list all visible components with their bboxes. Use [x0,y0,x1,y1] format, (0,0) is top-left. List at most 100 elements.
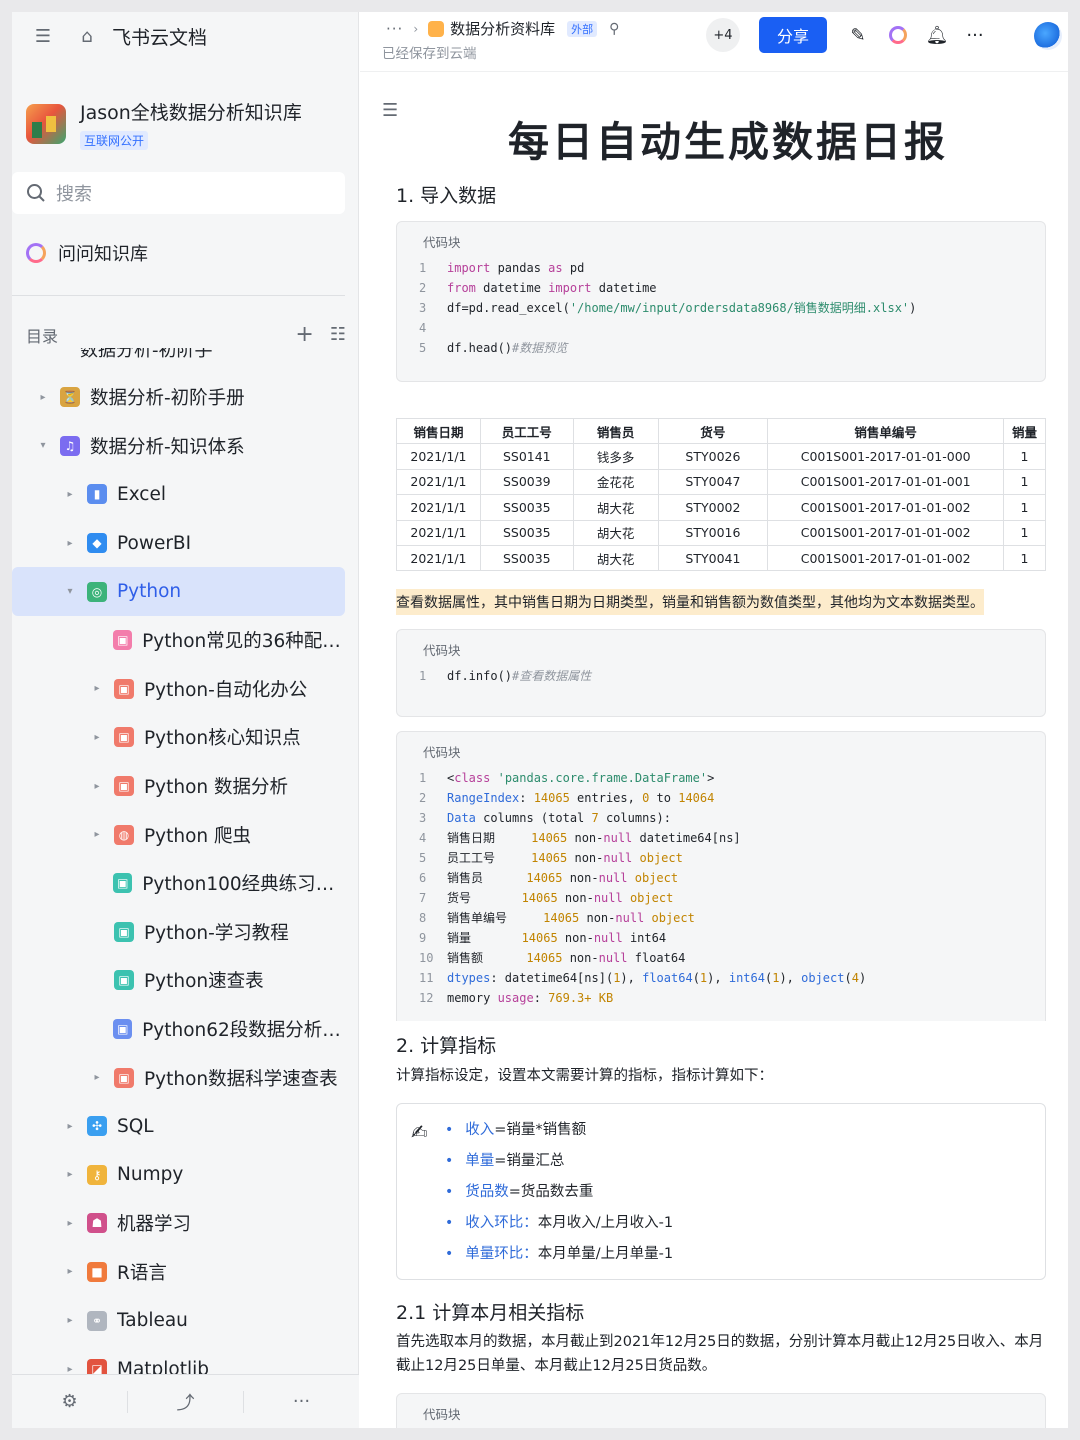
caret-right-icon[interactable]: ▸ [65,1266,75,1277]
caret-right-icon[interactable]: ▸ [65,1169,75,1180]
code-line: 6 销售员 14065 non-null object [419,871,679,885]
sidebar-item[interactable]: ▾ ◎ Python [12,567,345,616]
table-cell: 1 [1003,544,1046,572]
table-cell: 胡大花 [572,544,659,572]
code-line: 1 df.info()#查看数据属性 [419,669,592,683]
ask-knowledge-base[interactable]: 问问知识库 [26,240,148,266]
sidebar-item[interactable]: ▣ Python速查表 [12,956,345,1005]
music-note-icon: ♫ [60,435,80,456]
highlighted-note: 查看数据属性，其中销售日期为日期类型，销量和销售额为数值类型，其他均为文本数据类… [396,589,984,615]
r-icon: ■ [87,1261,107,1282]
code-block-label: 代码块 [423,643,461,658]
caret-right-icon[interactable]: ▸ [38,392,48,403]
sidebar-item-label: Python-学习教程 [144,922,289,944]
code-block-month[interactable]: 代码块 [396,1393,1046,1428]
month-description: 首先选取本月的数据，本月截止到2021年12月25日的数据，分别计算本月截止12… [396,1334,1044,1374]
sidebar-item-label: Python 数据分析 [144,777,289,799]
sidebar-item-label: Tableau [117,1310,188,1332]
robot-icon: ☗ [87,1213,107,1234]
share-button[interactable]: 分享 [759,17,827,53]
code-block-import[interactable]: 代码块 1 import pandas as pd 2 from datetime i… [396,221,1046,382]
table-cell: 2021/1/1 [396,468,481,496]
caret-right-icon[interactable]: ▸ [92,1072,102,1083]
table-cell: SS0035 [479,494,574,521]
globe-icon: ◍ [114,824,134,845]
sidebar-item[interactable]: ▸ ▣ Python核心知识点 [12,713,345,762]
bell-icon[interactable]: 🔔︎ [926,24,949,46]
sidebar-item[interactable]: ▣ Python62段数据分析和... [12,1005,345,1054]
sidebar-search[interactable]: 搜索 [12,172,345,214]
caret-right-icon[interactable]: ▸ [65,489,75,500]
chevron-right-icon: › [413,21,419,36]
sidebar-item-label: Python-自动化办公 [144,679,308,701]
more-options-icon[interactable]: ··· [964,24,986,46]
sidebar-item[interactable]: ▸ ▣ Python 数据分析 [12,762,345,811]
add-icon[interactable]: + [295,322,313,347]
ai-assistant-icon[interactable] [887,24,909,46]
scrolled-item-fragment: 数据分析-初阶手册 [80,348,230,358]
column-header: 货号 [657,417,769,445]
outline-toggle-icon[interactable]: ☰ [382,100,398,121]
caret-right-icon[interactable]: ▸ [65,538,75,549]
code-block-output[interactable]: 代码块 1 <class 'pandas.core.frame.DataFrame… [396,731,1046,1021]
caret-right-icon[interactable]: ▸ [92,781,102,792]
sidebar-item[interactable]: ▸ ◍ Python 爬虫 [12,810,345,859]
sidebar-item-label: 机器学习 [117,1214,192,1236]
caret-right-icon[interactable]: ▸ [92,732,102,743]
home-icon[interactable]: ⌂ [76,25,98,47]
caret-down-icon[interactable]: ▾ [65,586,75,597]
breadcrumb-more[interactable]: ··· [386,20,403,38]
document-area: ··· › 数据分析资料库 外部 ⚲ 已经保存到云端 +4 分享 ✎ 🔔︎ ··… [360,12,1068,1428]
sidebar-item[interactable]: ▸ ⏳ 数据分析-初阶手册 [12,373,345,422]
sidebar-item[interactable]: ▣ Python100经典练习题.... [12,859,345,908]
collapse-sidebar-icon[interactable]: ☰ [32,25,54,47]
settings-icon[interactable]: ⚙ [12,1391,127,1412]
app-window: ☰ ⌂ 飞书云文档 Jason全栈数据分析知识库 互联网公开 搜索 问问知识库 … [12,12,1068,1428]
list-outline-icon[interactable]: ☷ [330,324,346,345]
sidebar-item[interactable]: ▸ ▮ Excel [12,470,345,519]
doc-tree: ▸ ⏳ 数据分析-初阶手册 ▾ ♫ 数据分析-知识体系 ▸ ▮ Excel ▸ ◆ PowerBI ▾ ◎… [12,373,345,1393]
doc-topbar: ··· › 数据分析资料库 外部 ⚲ 已经保存到云端 +4 分享 ✎ 🔔︎ ··… [360,12,1068,72]
sidebar-item-label: 数据分析-知识体系 [90,436,245,458]
code-block-info[interactable]: 代码块 1 df.info()#查看数据属性 [396,629,1046,717]
table-cell: C001S001-2017-01-01-002 [767,544,1005,572]
heading-month: 2.1 计算本月相关指标 [396,1302,585,1324]
caret-right-icon[interactable]: ▸ [65,1121,75,1132]
sidebar-item[interactable]: ▸ ▣ Python-自动化办公 [12,665,345,714]
table-body: 2021/1/1 SS0141 钱多多 STY0026 C001S001-2017-01… [396,443,1046,572]
sidebar-footer: ⚙ ⤴ ··· [12,1374,359,1428]
sidebar-item[interactable]: ▣ Python常见的36种配图... [12,616,345,665]
list-item: 收入环比：本月收入/上月收入-1 [445,1211,673,1242]
sidebar-item[interactable]: ▸ ▣ Python数据科学速查表 [12,1053,345,1102]
sidebar-item[interactable]: ▸ ✣ SQL [12,1102,345,1151]
share-out-icon[interactable]: ⤴ [128,1389,243,1415]
key-icon: ⚷ [87,1164,107,1185]
knowledge-base-card[interactable]: Jason全栈数据分析知识库 互联网公开 [26,98,302,150]
sidebar-item[interactable]: ▾ ♫ 数据分析-知识体系 [12,422,345,471]
code-line: 4 [419,321,427,335]
code-block-label: 代码块 [423,235,461,250]
metrics-callout: ✍ 收入=销量*销售额单量=销量汇总货品数=货品数去重收入环比：本月收入/上月收… [396,1103,1046,1280]
code-line: 1 import pandas as pd [419,261,585,275]
sidebar-item[interactable]: ▣ Python-学习教程 [12,908,345,957]
metrics-list: 收入=销量*销售额单量=销量汇总货品数=货品数去重收入环比：本月收入/上月收入-… [445,1118,673,1273]
caret-right-icon[interactable]: ▸ [92,683,102,694]
table-cell: SS0035 [479,544,574,572]
caret-right-icon[interactable]: ▸ [65,1315,75,1326]
sidebar-item[interactable]: ▸ ■ R语言 [12,1248,345,1297]
breadcrumb-title[interactable]: 数据分析资料库 [450,18,555,39]
sidebar-item[interactable]: ▸ ⚷ Numpy [12,1151,345,1200]
code-lines: 1 <class 'pandas.core.frame.DataFrame'> 2 R… [419,768,866,1008]
edit-icon[interactable]: ✎ [847,24,869,46]
sidebar-item[interactable]: ▸ ⚭ Tableau [12,1296,345,1345]
sidebar-item[interactable]: ▸ ◆ PowerBI [12,519,345,568]
brand-name[interactable]: 飞书云文档 [112,23,207,50]
avatar[interactable] [1034,22,1062,50]
caret-right-icon[interactable]: ▸ [65,1218,75,1229]
sidebar-item[interactable]: ▸ ☗ 机器学习 [12,1199,345,1248]
caret-down-icon[interactable]: ▾ [38,440,48,451]
caret-right-icon[interactable]: ▸ [92,829,102,840]
more-icon[interactable]: ··· [244,1391,359,1412]
collaborators-count[interactable]: +4 [706,18,740,52]
pin-icon[interactable]: ⚲ [609,21,619,37]
